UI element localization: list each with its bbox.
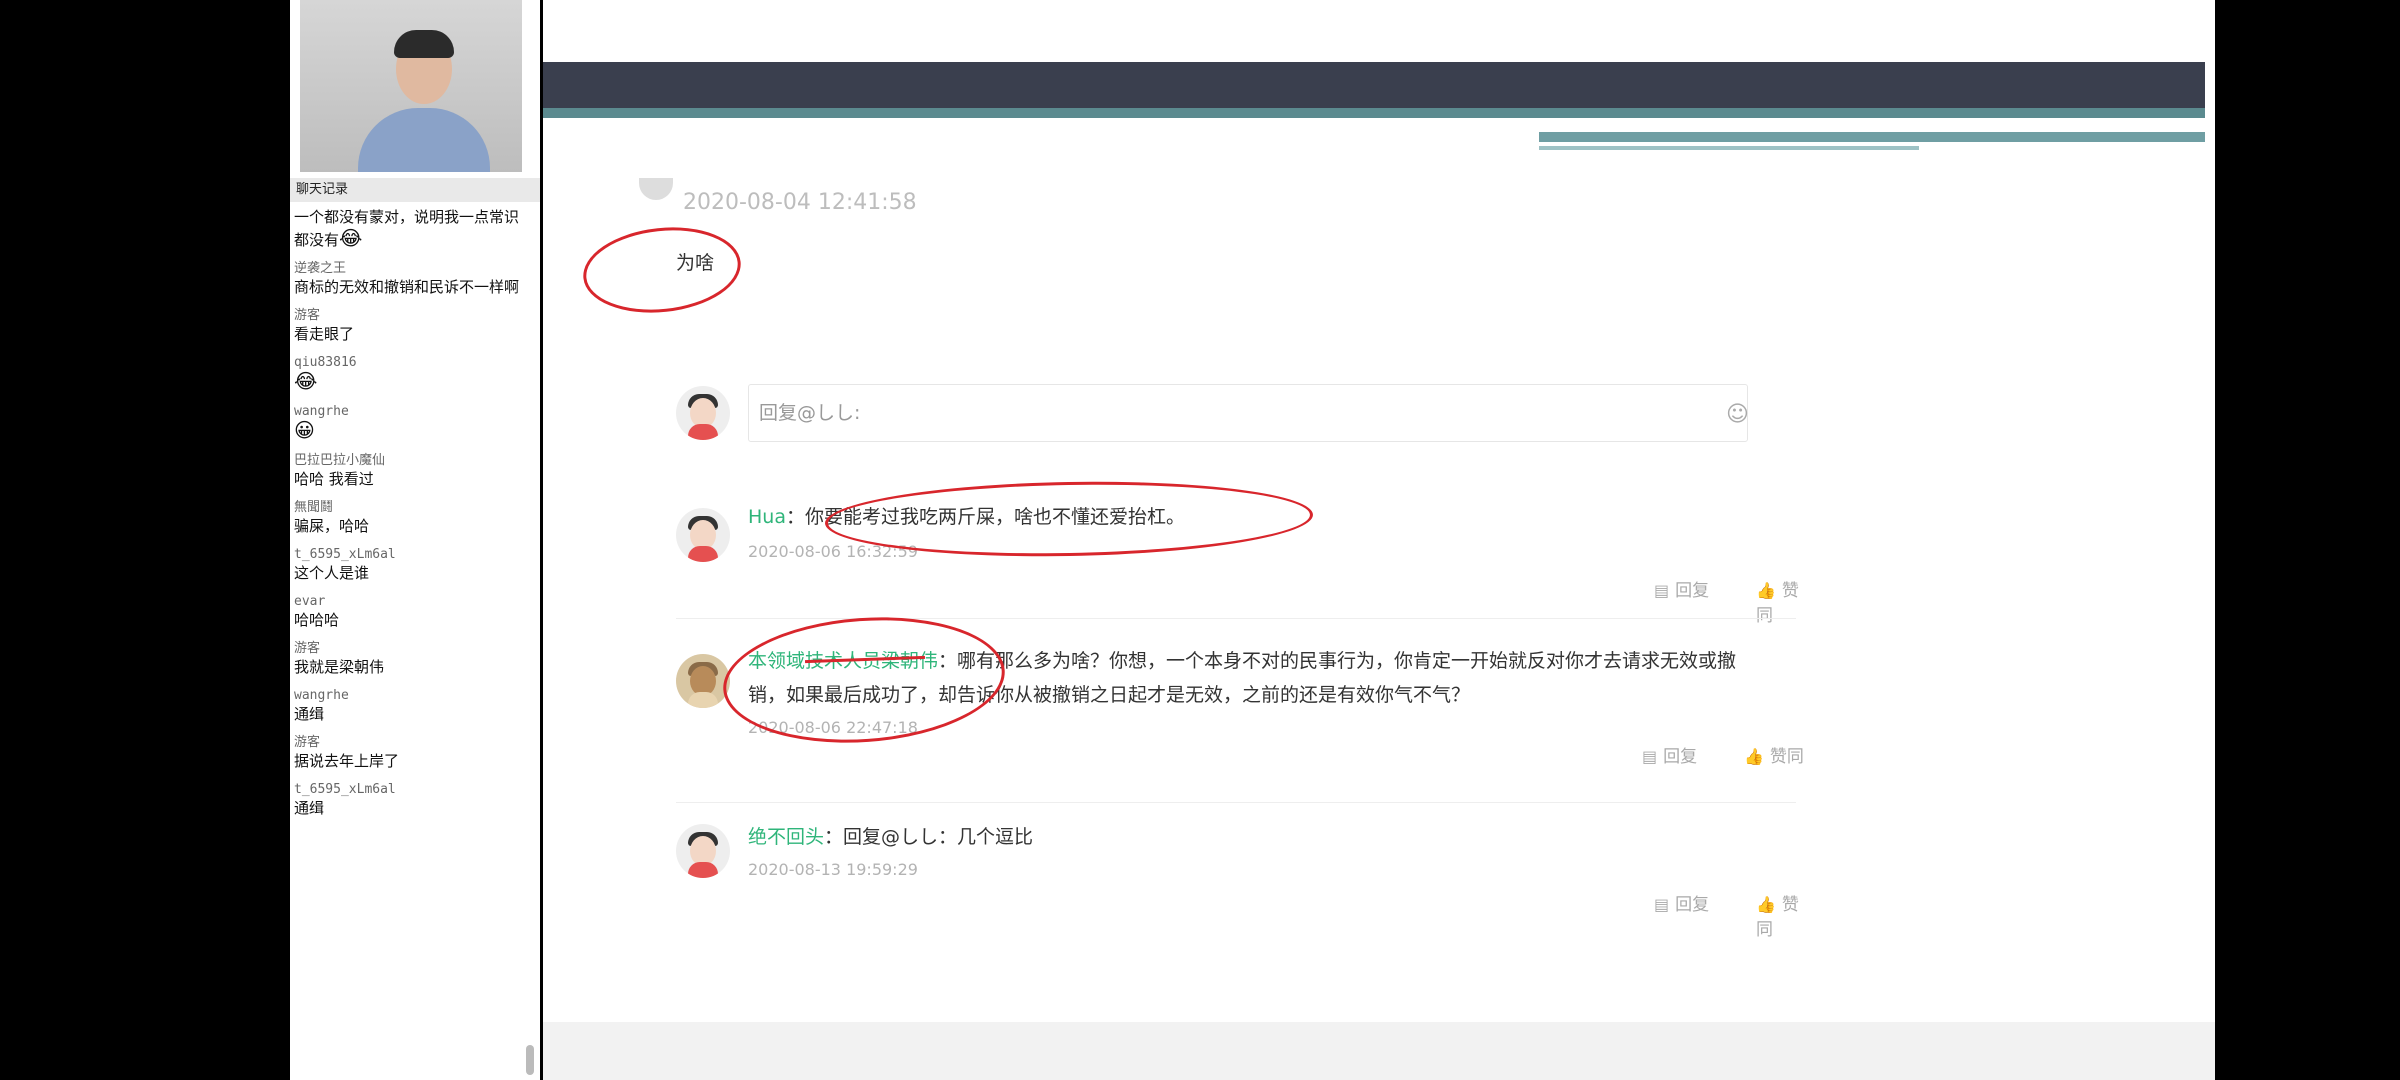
comment-icon: ▤ (1654, 895, 1670, 914)
bottom-bar (543, 1022, 2215, 1080)
chat-username: 無聞鬪 (294, 500, 334, 515)
chat-messages[interactable]: 一个都没有蒙对，说明我一点常识都没有😂 逆袭之王 商标的无效和撤销和民诉不一样啊… (290, 204, 535, 825)
user-avatar (676, 824, 730, 878)
chat-message: wangrhe 😀 (290, 400, 535, 449)
chat-username: 游客 (294, 735, 321, 750)
chat-header: 聊天记录 (290, 178, 540, 202)
comment-text: 回复@しし：几个逗比 (843, 826, 1034, 848)
chat-message-text: 一个都没有蒙对，说明我一点常识都没有 (294, 208, 520, 249)
reply-button[interactable]: ▤ 回复 (1642, 742, 1697, 767)
chat-message-text: 看走眼了 (294, 325, 355, 343)
shared-document: 2020-08-04 12:41:58 为啥 ☺ Hua：你要能考过我吃两斤屎，… (543, 0, 2215, 1080)
thumbs-up-icon: 👍 (1756, 581, 1776, 600)
smile-emoji-icon: 😀 (294, 418, 315, 442)
like-button[interactable]: 👍 赞同 (1756, 890, 1810, 940)
page-banner (543, 62, 2205, 150)
chat-username: 游客 (294, 641, 321, 656)
chat-message: qiu83816 😂 (290, 351, 535, 400)
laugh-cry-emoji-icon: 😂 (339, 226, 363, 250)
annotation-circle (579, 219, 745, 321)
chat-message: 無聞鬪 骗屎，哈哈 (290, 496, 535, 543)
laugh-cry-emoji-icon: 😂 (294, 369, 318, 393)
chat-message-text: 据说去年上岸了 (294, 752, 400, 770)
chat-username: wangrhe (294, 404, 349, 419)
chat-message: 逆袭之王 商标的无效和撤销和民诉不一样啊 (290, 257, 535, 304)
reply-input[interactable] (748, 384, 1748, 442)
divider (676, 802, 1796, 803)
chat-message-text: 这个人是谁 (294, 564, 370, 582)
chat-message: 一个都没有蒙对，说明我一点常识都没有😂 (290, 204, 535, 257)
comment-time: 2020-08-13 19:59:29 (748, 860, 918, 879)
chat-message: 巴拉巴拉小魔仙 哈哈 我看过 (290, 449, 535, 496)
chat-username: qiu83816 (294, 355, 357, 370)
chat-message: wangrhe 通缉 (290, 684, 535, 731)
screen-share-viewport: 聊天记录 一个都没有蒙对，说明我一点常识都没有😂 逆袭之王 商标的无效和撤销和民… (290, 0, 2215, 1080)
chat-message-text: 我就是梁朝伟 (294, 658, 385, 676)
chat-message: t_6595_xLm6al 这个人是谁 (290, 543, 535, 590)
user-avatar (676, 654, 730, 708)
chat-message-text: 哈哈哈 (294, 611, 340, 629)
chat-username: evar (294, 594, 326, 609)
chat-message-text: 通缉 (294, 705, 325, 723)
chat-message-text: 哈哈 我看过 (294, 470, 374, 488)
chat-message: 游客 据说去年上岸了 (290, 731, 535, 778)
thumbs-up-icon: 👍 (1756, 895, 1776, 914)
chat-username: 巴拉巴拉小魔仙 (294, 453, 386, 468)
thumbs-up-icon: 👍 (1744, 747, 1764, 766)
reply-button[interactable]: ▤ 回复 (1654, 890, 1709, 915)
chat-username: t_6595_xLm6al (294, 782, 396, 797)
smile-icon[interactable]: ☺ (1726, 402, 1749, 427)
chat-message: 游客 看走眼了 (290, 304, 535, 351)
chat-username: 游客 (294, 308, 321, 323)
like-button[interactable]: 👍 赞同 (1744, 742, 1804, 767)
reply-button[interactable]: ▤ 回复 (1654, 576, 1709, 601)
chat-message-text: 骗屎，哈哈 (294, 517, 370, 535)
chat-scrollbar[interactable] (526, 1045, 534, 1075)
chat-username: 逆袭之王 (294, 261, 347, 276)
comment-author[interactable]: 绝不回头 (748, 826, 824, 848)
user-avatar (676, 386, 730, 440)
post-avatar (639, 178, 673, 200)
presenter-video (300, 0, 522, 172)
chat-message: 游客 我就是梁朝伟 (290, 637, 535, 684)
post-timestamp: 2020-08-04 12:41:58 (683, 190, 917, 215)
chat-username: t_6595_xLm6al (294, 547, 396, 562)
chat-message: t_6595_xLm6al 通缉 (290, 778, 535, 825)
chat-message-text: 商标的无效和撤销和民诉不一样啊 (294, 278, 520, 296)
chat-message: evar 哈哈哈 (290, 590, 535, 637)
comment-item: 绝不回头：回复@しし：几个逗比 2020-08-13 19:59:29 ▤ 回复 … (676, 820, 1810, 940)
reply-box: ☺ (676, 384, 1810, 452)
comment-author[interactable]: Hua (748, 506, 786, 528)
chat-message-text: 通缉 (294, 799, 325, 817)
chat-username: wangrhe (294, 688, 349, 703)
user-avatar (676, 508, 730, 562)
comment-icon: ▤ (1654, 581, 1670, 600)
live-chat-panel: 聊天记录 一个都没有蒙对，说明我一点常识都没有😂 逆袭之王 商标的无效和撤销和民… (290, 0, 540, 1080)
comment-icon: ▤ (1642, 747, 1658, 766)
